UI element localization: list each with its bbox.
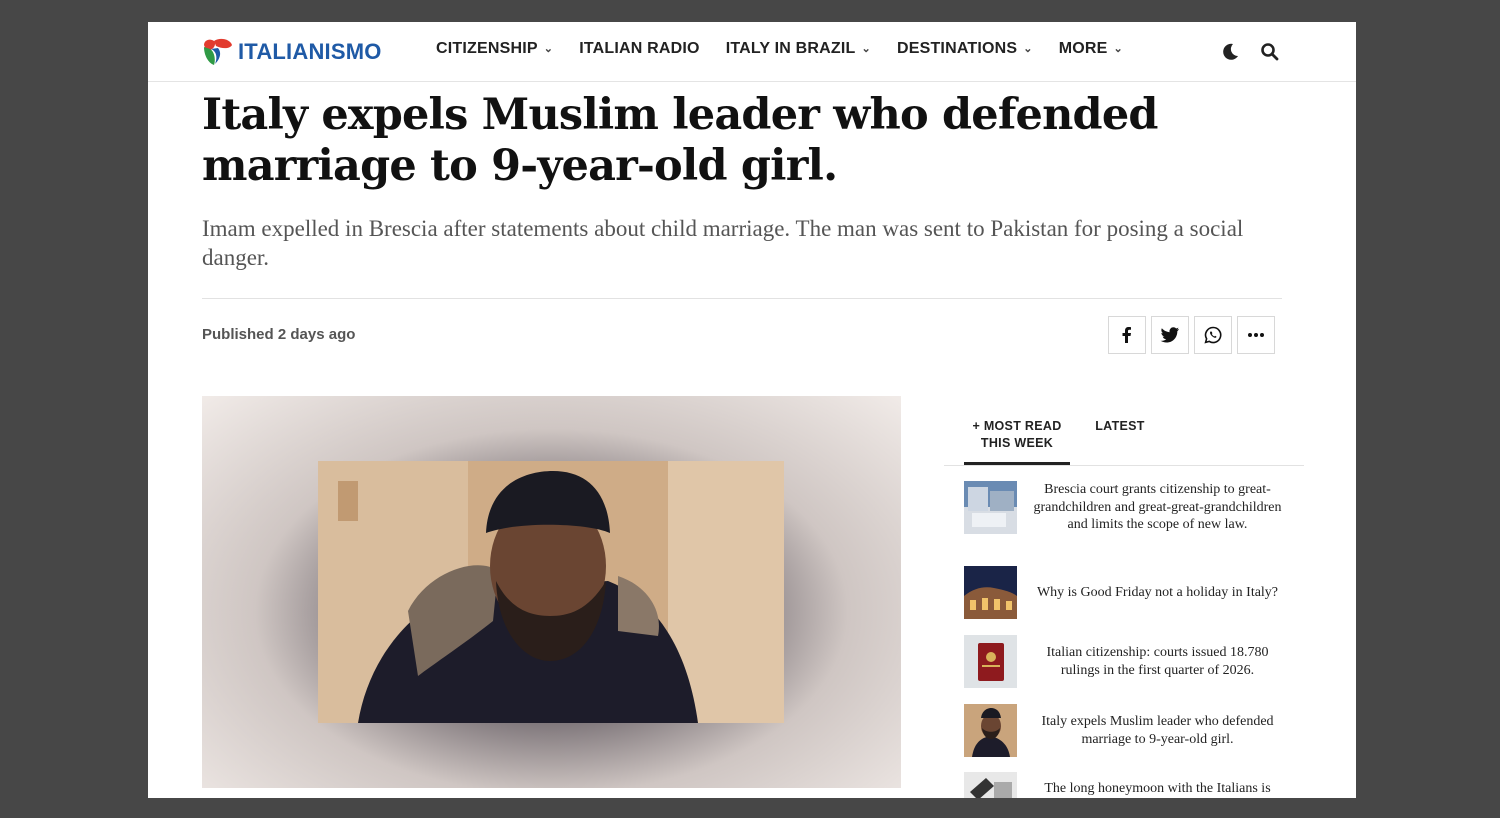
chevron-down-icon: ⌄ [1113,42,1123,55]
facebook-icon [1122,327,1131,343]
twitter-icon [1160,327,1179,343]
logo-mark-icon [204,38,232,65]
list-item-title: Why is Good Friday not a holiday in Ital… [1036,584,1279,600]
page: ITALIANISMO CITIZENSHIP ⌄ ITALIAN RADIO … [148,22,1356,798]
tab-latest[interactable]: LATEST [1090,418,1150,435]
search-icon[interactable] [1258,40,1282,64]
article-hero-image [202,396,901,788]
chevron-down-icon: ⌄ [1023,42,1033,55]
tab-label: LATEST [1095,419,1145,433]
hero-photo-imam [318,461,784,723]
list-item[interactable]: The long honeymoon with the Italians is [964,772,1284,798]
chevron-down-icon: ⌄ [861,42,871,55]
thumbnail [964,772,1017,798]
nav-label: MORE [1058,40,1108,57]
thumbnail [964,566,1017,619]
dark-mode-moon-icon[interactable] [1218,40,1242,64]
published-meta: Published 2 days ago [202,326,355,343]
list-item[interactable]: Italy expels Muslim leader who defended … [964,704,1284,757]
nav-italian-radio[interactable]: ITALIAN RADIO [579,40,700,58]
article-title: Italy expels Muslim leader who defended … [202,90,1158,191]
list-item[interactable]: Why is Good Friday not a holiday in Ital… [964,566,1284,619]
article-subtitle: Imam expelled in Brescia after statement… [202,216,1244,270]
nav-destinations[interactable]: DESTINATIONS ⌄ [897,40,1033,58]
list-item[interactable]: Italian citizenship: courts issued 18.78… [964,635,1284,688]
list-item-title: Brescia court grants citizenship to grea… [1033,482,1282,533]
site-logo[interactable]: ITALIANISMO [200,36,382,68]
tab-most-read[interactable]: + MOST READ THIS WEEK [964,418,1070,465]
thumbnail [964,635,1017,688]
published-label: Published [202,326,274,343]
list-item-title: Italian citizenship: courts issued 18.78… [1046,645,1269,678]
nav-label: ITALIAN RADIO [579,40,700,57]
logo-text: ITALIANISMO [238,39,382,64]
nav-label: CITIZENSHIP [436,40,538,57]
whatsapp-icon [1204,326,1222,344]
nav-more[interactable]: MORE ⌄ [1059,40,1123,58]
nav-label: DESTINATIONS [896,40,1018,57]
more-dots-icon [1248,333,1264,337]
main-nav: CITIZENSHIP ⌄ ITALIAN RADIO ITALY IN BRA… [436,40,1149,58]
nav-label: ITALY IN BRAZIL [725,40,856,57]
sidebar-tabs: + MOST READ THIS WEEK LATEST [944,418,1304,466]
share-facebook-button[interactable] [1108,316,1146,354]
list-item-title: The long honeymoon with the Italians is [1044,781,1271,796]
published-date: 2 days ago [277,326,356,343]
share-more-button[interactable] [1237,316,1275,354]
share-whatsapp-button[interactable] [1194,316,1232,354]
nav-italy-in-brazil[interactable]: ITALY IN BRAZIL ⌄ [726,40,871,58]
tab-label: + MOST READ THIS WEEK [972,419,1062,450]
share-twitter-button[interactable] [1151,316,1189,354]
thumbnail [964,704,1017,757]
nav-citizenship[interactable]: CITIZENSHIP ⌄ [436,40,553,58]
thumbnail [964,481,1017,534]
list-item-title: Italy expels Muslim leader who defended … [1041,714,1274,747]
list-item[interactable]: Brescia court grants citizenship to grea… [964,481,1284,534]
divider [202,298,1282,299]
site-header: ITALIANISMO CITIZENSHIP ⌄ ITALIAN RADIO … [148,22,1356,82]
chevron-down-icon: ⌄ [543,42,554,55]
